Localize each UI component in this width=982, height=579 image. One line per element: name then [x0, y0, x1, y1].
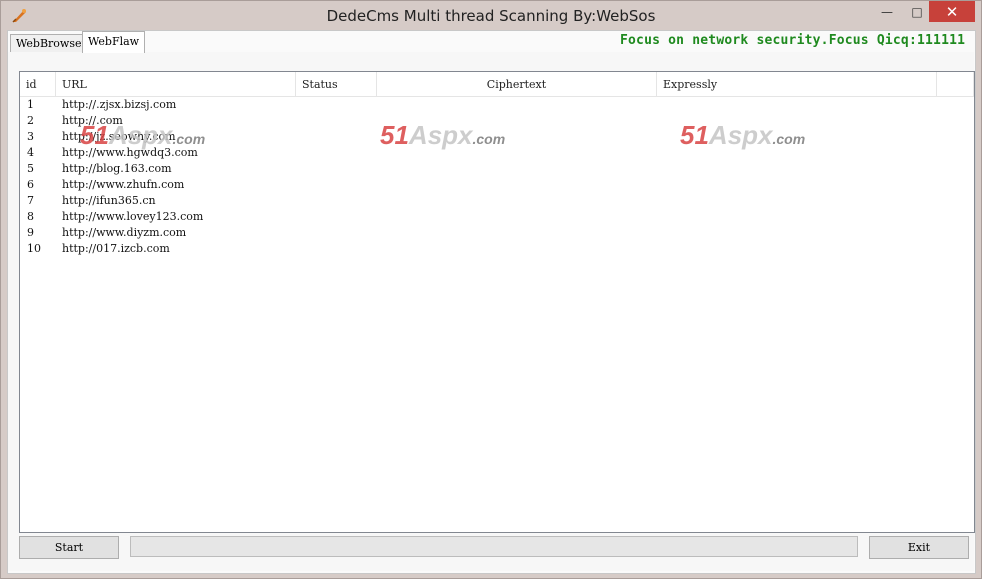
- start-button[interactable]: Start: [19, 536, 119, 559]
- tab-webbrowser[interactable]: WebBrowser: [10, 34, 93, 52]
- row-id: 2: [27, 114, 34, 127]
- scan-results-list[interactable]: id URL Status Ciphertext Expressly 1 htt…: [19, 71, 975, 533]
- table-row[interactable]: 10 http://017.izcb.com: [20, 241, 974, 257]
- row-url: http://blog.163.com: [62, 162, 172, 175]
- column-header-filler: [937, 72, 974, 96]
- row-url: http://www.lovey123.com: [62, 210, 204, 223]
- window-title: DedeCms Multi thread Scanning By:WebSos: [326, 7, 656, 25]
- table-row[interactable]: 1 http://.zjsx.bizsj.com: [20, 97, 974, 113]
- minimize-button[interactable]: —: [873, 1, 901, 23]
- row-id: 5: [27, 162, 34, 175]
- list-header: id URL Status Ciphertext Expressly: [20, 72, 974, 97]
- row-url: http://www.hgwdq3.com: [62, 146, 198, 159]
- row-id: 10: [27, 242, 41, 255]
- row-url: http://.com: [62, 114, 123, 127]
- close-button[interactable]: ✕: [929, 1, 975, 22]
- security-banner: Focus on network security.Focus Qicq:111…: [620, 33, 966, 48]
- table-row[interactable]: 2 http://.com: [20, 113, 974, 129]
- row-url: http://017.izcb.com: [62, 242, 170, 255]
- table-row[interactable]: 7 http://ifun365.cn: [20, 193, 974, 209]
- row-id: 4: [27, 146, 34, 159]
- row-id: 8: [27, 210, 34, 223]
- column-header-url[interactable]: URL: [56, 72, 296, 96]
- row-url: http://www.diyzm.com: [62, 226, 187, 239]
- exit-button[interactable]: Exit: [869, 536, 969, 559]
- table-row[interactable]: 9 http://www.diyzm.com: [20, 225, 974, 241]
- row-id: 3: [27, 130, 34, 143]
- column-header-ciphertext[interactable]: Ciphertext: [377, 72, 657, 96]
- table-row[interactable]: 3 http://jz.seowhy.com: [20, 129, 974, 145]
- row-url: http://www.zhufn.com: [62, 178, 185, 191]
- column-header-status[interactable]: Status: [296, 72, 377, 96]
- table-row[interactable]: 5 http://blog.163.com: [20, 161, 974, 177]
- row-id: 6: [27, 178, 34, 191]
- column-header-id[interactable]: id: [20, 72, 56, 96]
- column-header-expressly[interactable]: Expressly: [657, 72, 937, 96]
- row-id: 9: [27, 226, 34, 239]
- row-id: 1: [27, 98, 34, 111]
- table-row[interactable]: 8 http://www.lovey123.com: [20, 209, 974, 225]
- row-id: 7: [27, 194, 34, 207]
- table-row[interactable]: 6 http://www.zhufn.com: [20, 177, 974, 193]
- tab-webflaw[interactable]: WebFlaw: [82, 31, 146, 53]
- row-url: http://.zjsx.bizsj.com: [62, 98, 177, 111]
- scan-progress-bar: [130, 536, 858, 557]
- row-url: http://jz.seowhy.com: [62, 130, 176, 143]
- maximize-button[interactable]: □: [903, 1, 931, 23]
- row-url: http://ifun365.cn: [62, 194, 156, 207]
- title-bar[interactable]: DedeCms Multi thread Scanning By:WebSos …: [1, 1, 981, 31]
- table-row[interactable]: 4 http://www.hgwdq3.com: [20, 145, 974, 161]
